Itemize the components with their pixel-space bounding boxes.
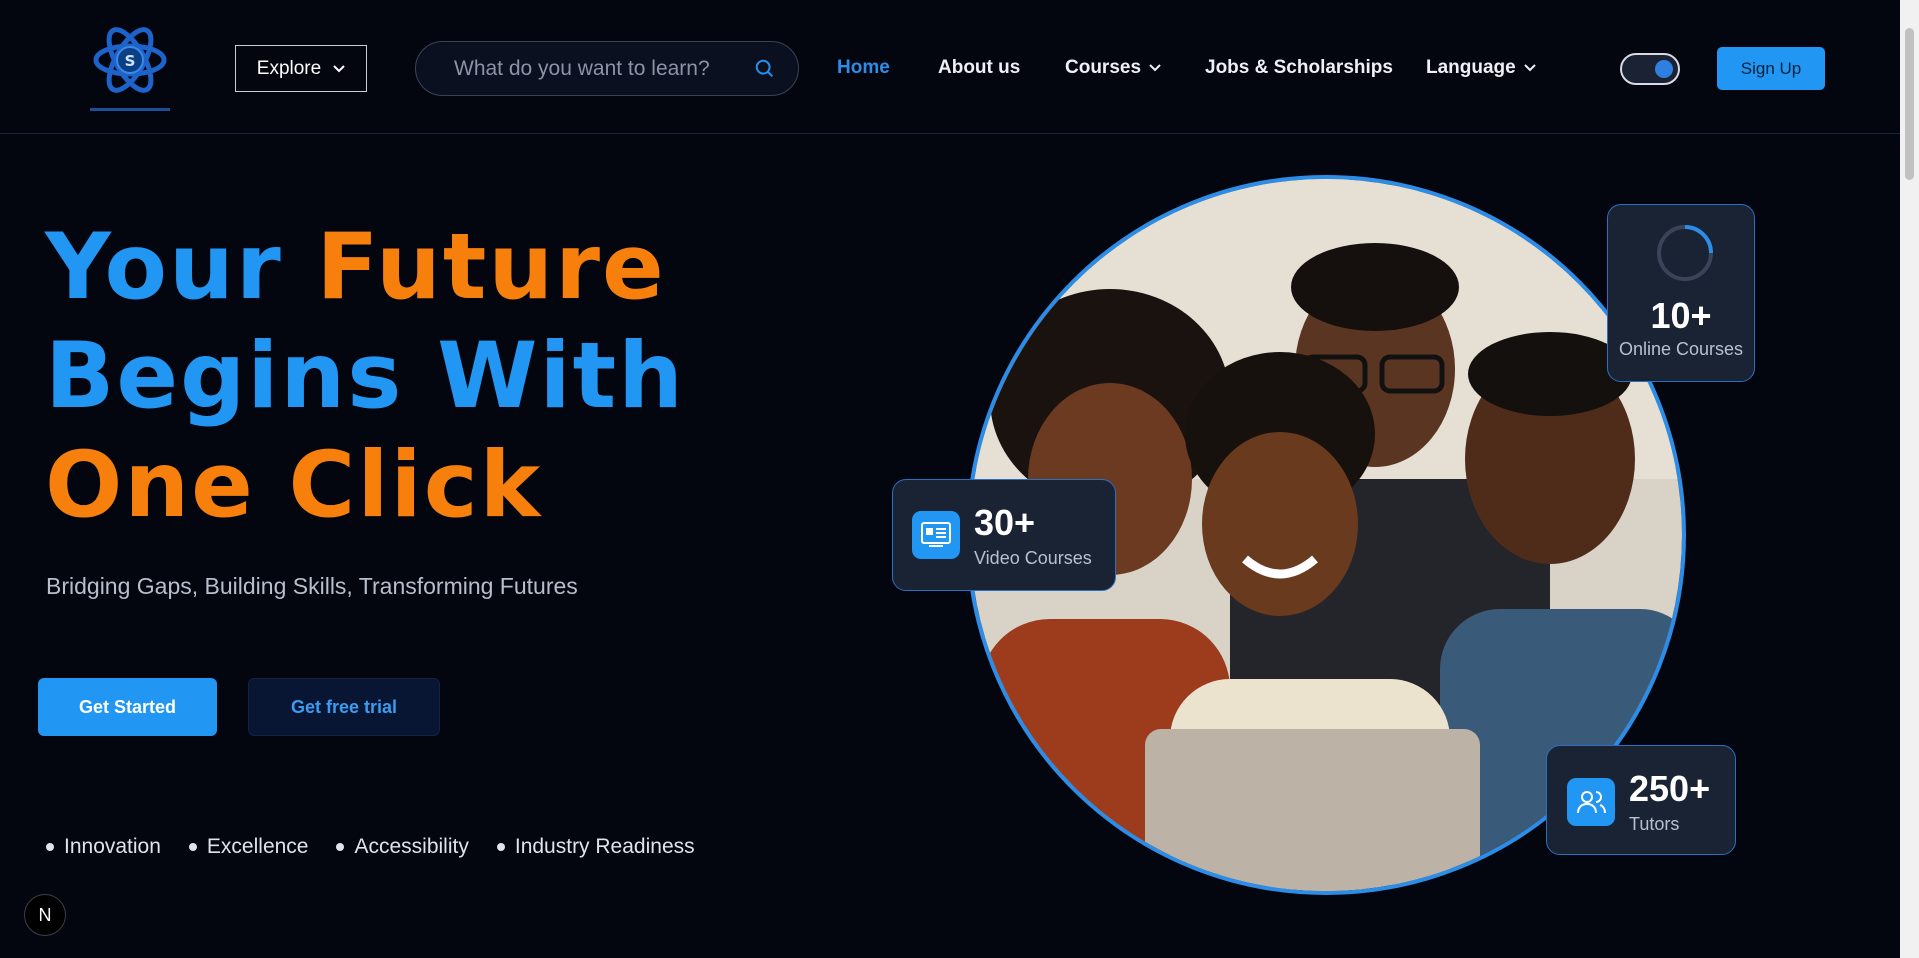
value-item: Excellence — [188, 835, 309, 859]
stat-label: Video Courses — [974, 548, 1092, 568]
stat-number: 10+ — [1650, 295, 1712, 336]
search-input[interactable] — [454, 56, 754, 81]
headline-word: With — [437, 324, 685, 429]
value-label: Industry Readiness — [514, 835, 695, 858]
nav-home[interactable]: Home — [837, 57, 890, 79]
brand-logo[interactable]: S — [80, 22, 180, 116]
explore-label: Explore — [256, 57, 322, 79]
bullet-dot — [496, 843, 505, 851]
stat-number: 250+ — [1629, 768, 1711, 809]
dev-tools-badge[interactable]: N — [24, 894, 66, 936]
theme-toggle[interactable] — [1620, 53, 1680, 85]
nav-language[interactable]: Language — [1426, 57, 1536, 79]
get-started-button[interactable]: Get Started — [38, 678, 217, 736]
value-label: Innovation — [64, 835, 161, 858]
value-item: Innovation — [46, 835, 161, 859]
svg-text:S: S — [125, 52, 136, 70]
users-icon — [1567, 778, 1615, 826]
page-scrollbar[interactable] — [1900, 0, 1919, 958]
free-trial-label: Get free trial — [290, 696, 398, 717]
values-list: Innovation Excellence Accessibility Indu… — [46, 835, 695, 859]
nav-courses-label: Courses — [1065, 57, 1142, 78]
stat-label: Online Courses — [1618, 339, 1744, 359]
bullet-dot — [188, 843, 197, 851]
page: S Explore Home About us Courses Jobs & S… — [0, 0, 1919, 958]
stat-card-tutors: 250+ Tutors — [1546, 745, 1736, 855]
bullet-dot — [46, 843, 54, 851]
sign-up-label: Sign Up — [1740, 58, 1802, 78]
hero-subtitle: Bridging Gaps, Building Skills, Transfor… — [46, 573, 578, 599]
search-icon[interactable] — [754, 58, 776, 80]
bullet-dot — [336, 843, 345, 851]
headline-word: Begins — [45, 324, 404, 429]
value-item: Industry Readiness — [496, 835, 695, 859]
hero-headline: Your Future Begins With One Click — [45, 213, 685, 540]
value-label: Accessibility — [354, 835, 469, 858]
nav-courses[interactable]: Courses — [1065, 57, 1161, 79]
search-bar[interactable] — [415, 41, 799, 96]
nav-jobs-label: Jobs & Scholarships — [1205, 57, 1393, 78]
dev-badge-letter: N — [38, 904, 52, 925]
free-trial-button[interactable]: Get free trial — [248, 678, 440, 736]
progress-ring-icon — [1657, 225, 1713, 281]
scrollbar-thumb[interactable] — [1905, 28, 1914, 180]
chevron-down-icon — [333, 64, 345, 72]
stat-card-video-courses: 30+ Video Courses — [892, 479, 1116, 591]
nav-language-label: Language — [1426, 57, 1516, 78]
nav-about-us[interactable]: About us — [938, 57, 1020, 79]
value-item: Accessibility — [336, 835, 469, 859]
headline-word: One Click — [45, 433, 543, 538]
explore-dropdown-button[interactable]: Explore — [235, 45, 367, 92]
video-course-icon — [912, 511, 960, 559]
chevron-down-icon — [1149, 64, 1161, 72]
toggle-knob — [1655, 60, 1673, 78]
chevron-down-icon — [1524, 64, 1536, 72]
nav-home-label: Home — [837, 57, 890, 78]
value-label: Excellence — [206, 835, 309, 858]
top-navbar: S Explore Home About us Courses Jobs & S… — [0, 0, 1900, 134]
nav-jobs-scholarships[interactable]: Jobs & Scholarships — [1205, 57, 1393, 79]
nav-about-label: About us — [938, 57, 1021, 78]
stat-number: 30+ — [974, 502, 1036, 543]
stat-label: Tutors — [1629, 814, 1680, 834]
sign-up-button[interactable]: Sign Up — [1717, 47, 1825, 90]
stat-card-online-courses: 10+ Online Courses — [1607, 204, 1755, 382]
headline-word: Your — [45, 215, 283, 320]
get-started-label: Get Started — [78, 696, 177, 717]
headline-word: Future — [316, 215, 666, 320]
